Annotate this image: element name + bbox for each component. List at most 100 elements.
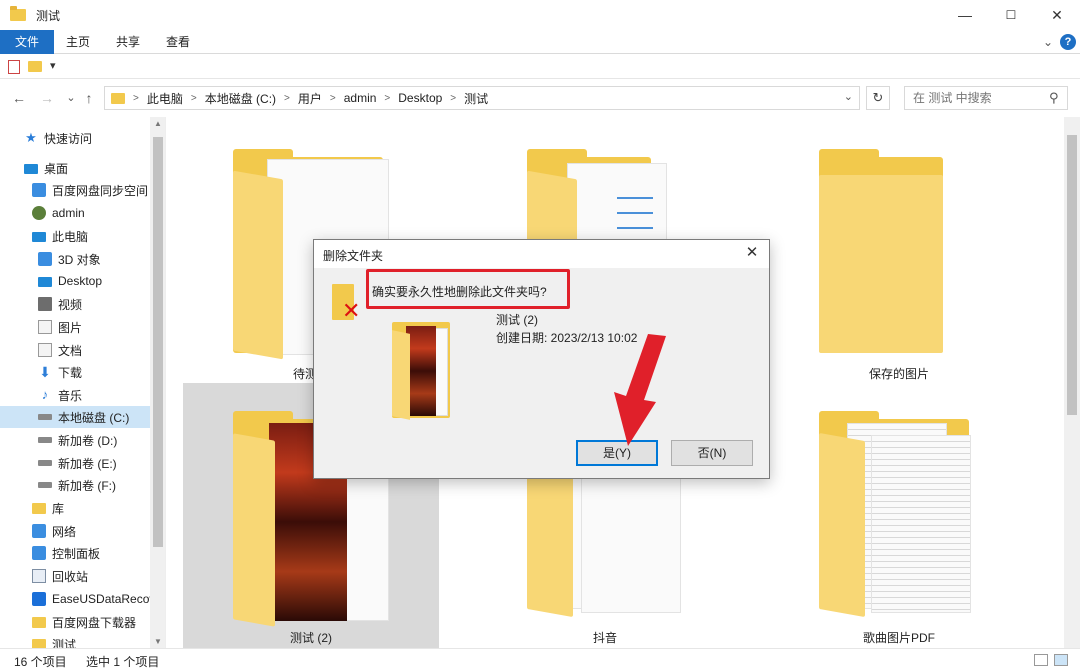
sidebar-item-music[interactable]: ♪ 音乐: [38, 384, 82, 406]
sidebar-item-baidu-downloader[interactable]: 百度网盘下载器: [32, 611, 136, 633]
content-scrollbar[interactable]: [1064, 117, 1080, 648]
tab-home[interactable]: 主页: [60, 30, 96, 54]
folder-icon: [233, 170, 283, 360]
sidebar-item-libraries[interactable]: 库: [32, 497, 64, 519]
breadcrumb-separator[interactable]: >: [330, 93, 336, 104]
sidebar-item-documents[interactable]: 文档: [38, 339, 82, 361]
folder-label: 测试 (2): [289, 631, 332, 645]
ribbon-expand-icon[interactable]: ⌄: [1040, 30, 1056, 54]
sidebar-item-downloads[interactable]: ⬇ 下载: [38, 361, 82, 383]
address-dropdown-icon[interactable]: ⌄: [844, 90, 853, 103]
scroll-down-icon[interactable]: ▼: [150, 637, 165, 646]
sidebar-item-recycle-bin[interactable]: 回收站: [32, 565, 88, 587]
minimize-button[interactable]: —: [942, 0, 988, 30]
cube-icon: [38, 252, 52, 266]
red-arrow-annotation: [614, 334, 666, 446]
sidebar-item-label: 网络: [52, 524, 77, 539]
sidebar-item-label: 音乐: [58, 388, 83, 403]
sidebar-item-this-pc[interactable]: 此电脑: [32, 225, 88, 247]
sidebar-item-drive-f[interactable]: 新加卷 (F:): [38, 474, 116, 496]
recent-locations-button[interactable]: ⌄: [62, 88, 80, 108]
sidebar-scrollbar[interactable]: ▲ ▼: [150, 117, 165, 648]
back-button[interactable]: ←: [10, 88, 28, 108]
no-button[interactable]: 否(N): [671, 440, 753, 466]
sidebar-item-network[interactable]: 网络: [32, 520, 76, 542]
up-button[interactable]: ↑: [80, 88, 98, 108]
sidebar-item-label: 库: [52, 501, 65, 516]
maximize-button[interactable]: ☐: [988, 0, 1034, 30]
sidebar-item-quick-access[interactable]: ★ 快速访问: [24, 127, 92, 149]
search-box[interactable]: ⚲: [904, 86, 1068, 110]
properties-icon[interactable]: [8, 60, 20, 74]
sidebar-item-videos[interactable]: 视频: [38, 293, 82, 315]
folder-tile[interactable]: 歌曲图片PDF: [771, 383, 1027, 645]
breadcrumb-admin[interactable]: admin: [344, 91, 377, 105]
cloud-icon: [32, 183, 46, 197]
scroll-up-icon[interactable]: ▲: [150, 119, 165, 128]
sidebar-item-label: 新加卷 (F:): [58, 478, 116, 493]
drive-icon: [38, 437, 52, 443]
folder-label: 保存的图片: [868, 367, 929, 381]
folder-tile[interactable]: 保存的图片: [771, 117, 1027, 381]
folder-label: 抖音: [592, 631, 617, 645]
tab-view[interactable]: 查看: [160, 30, 196, 54]
breadcrumb-local-disk[interactable]: 本地磁盘 (C:): [205, 90, 276, 107]
breadcrumb-separator[interactable]: >: [133, 93, 139, 104]
sidebar-item-control-panel[interactable]: 控制面板: [32, 542, 100, 564]
sidebar-item-label: 百度网盘下载器: [52, 615, 137, 630]
sidebar-item-3d-objects[interactable]: 3D 对象: [38, 248, 101, 270]
sidebar-item-label: 3D 对象: [58, 252, 101, 267]
breadcrumb-separator[interactable]: >: [191, 93, 197, 104]
sidebar-item-admin[interactable]: admin: [32, 202, 85, 224]
breadcrumb-desktop[interactable]: Desktop: [398, 91, 442, 105]
sidebar-item-pictures[interactable]: 图片: [38, 316, 82, 338]
sidebar-scroll-thumb[interactable]: [153, 137, 163, 547]
breadcrumb-current[interactable]: 测试: [464, 90, 488, 107]
user-icon: [32, 206, 46, 220]
content-scroll-thumb[interactable]: [1067, 135, 1077, 415]
sidebar-item-local-disk-c[interactable]: 本地磁盘 (C:): [0, 406, 150, 428]
control-panel-icon: [32, 546, 46, 560]
title-bar: 测试 — ☐ ✕: [0, 0, 1080, 30]
sidebar-item-label: Desktop: [58, 274, 103, 288]
address-bar[interactable]: > 此电脑 > 本地磁盘 (C:) > 用户 > admin > Desktop…: [104, 86, 860, 110]
new-folder-icon[interactable]: [28, 61, 42, 72]
computer-icon: [32, 232, 46, 242]
folder-icon: [819, 175, 943, 353]
dialog-close-button[interactable]: ✕: [743, 244, 761, 262]
picture-icon: [38, 320, 52, 334]
breadcrumb-separator[interactable]: >: [450, 93, 456, 104]
search-input[interactable]: [913, 91, 1049, 105]
network-icon: [32, 524, 46, 538]
sidebar-item-label: 桌面: [44, 161, 69, 176]
large-icons-view-icon[interactable]: [1054, 654, 1068, 666]
selected-count: 选中 1 个项目: [86, 655, 160, 669]
dialog-title: 删除文件夹: [323, 249, 384, 263]
breadcrumb-separator[interactable]: >: [384, 93, 390, 104]
sidebar-item-drive-d[interactable]: 新加卷 (D:): [38, 429, 117, 451]
sidebar-item-easeus[interactable]: EaseUSDataRecov: [32, 588, 155, 610]
sidebar-item-test[interactable]: 测试: [32, 633, 76, 648]
sidebar-item-drive-e[interactable]: 新加卷 (E:): [38, 452, 117, 474]
folder-icon: [819, 432, 865, 618]
forward-button[interactable]: →: [38, 88, 56, 108]
dialog-question: 确实要永久性地删除此文件夹吗?: [372, 285, 547, 299]
tab-share[interactable]: 共享: [110, 30, 146, 54]
search-icon[interactable]: ⚲: [1049, 90, 1059, 106]
sidebar-item-label: 此电脑: [52, 229, 89, 244]
breadcrumb-users[interactable]: 用户: [298, 90, 322, 107]
refresh-button[interactable]: ↻: [866, 86, 890, 110]
drive-icon: [38, 482, 52, 488]
breadcrumb-this-pc[interactable]: 此电脑: [147, 90, 183, 107]
status-bar: 16 个项目 选中 1 个项目: [0, 648, 1080, 671]
breadcrumb-separator[interactable]: >: [284, 93, 290, 104]
tab-file[interactable]: 文件: [0, 30, 54, 54]
customize-dropdown-icon[interactable]: ▾: [50, 59, 56, 72]
folder-icon: [233, 433, 275, 627]
sidebar-item-desktop[interactable]: Desktop: [38, 270, 102, 292]
help-icon[interactable]: ?: [1060, 34, 1076, 50]
sidebar-item-desktop-root[interactable]: 桌面: [24, 157, 68, 179]
sidebar-item-baidu-sync[interactable]: 百度网盘同步空间: [32, 179, 148, 201]
close-button[interactable]: ✕: [1034, 0, 1080, 30]
details-view-icon[interactable]: [1034, 654, 1048, 666]
